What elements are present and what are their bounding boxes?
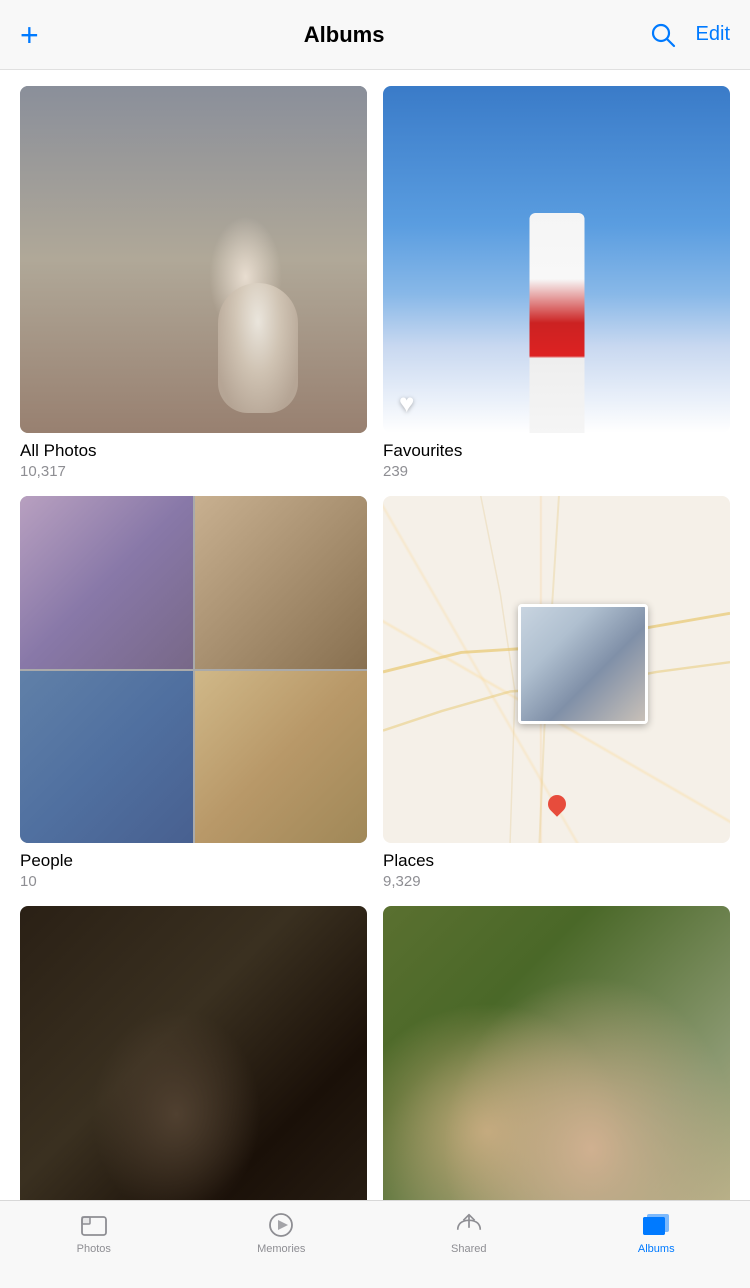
album-all-photos[interactable]: All Photos 10,317 bbox=[20, 86, 367, 480]
album-thumb-all-photos bbox=[20, 86, 367, 433]
tab-photos-label: Photos bbox=[77, 1243, 111, 1255]
search-icon[interactable] bbox=[650, 22, 676, 48]
tab-memories[interactable]: Memories bbox=[188, 1211, 376, 1255]
tab-shared-label: Shared bbox=[451, 1243, 486, 1255]
album-count-all-photos: 10,317 bbox=[20, 463, 367, 480]
album-thumb-dark bbox=[20, 906, 367, 1200]
people-cell-3 bbox=[20, 671, 193, 844]
map-photo bbox=[518, 604, 648, 724]
shared-icon bbox=[454, 1211, 484, 1239]
tab-albums-label: Albums bbox=[638, 1243, 675, 1255]
page-title: Albums bbox=[304, 22, 385, 48]
album-thumb-people bbox=[20, 496, 367, 843]
tab-memories-label: Memories bbox=[257, 1243, 305, 1255]
add-button[interactable]: + bbox=[20, 19, 39, 51]
album-count-places: 9,329 bbox=[383, 873, 730, 890]
albums-icon bbox=[641, 1211, 671, 1239]
heart-icon: ♥ bbox=[399, 388, 414, 419]
album-name-people: People bbox=[20, 851, 367, 871]
header-actions: Edit bbox=[650, 22, 730, 48]
tab-shared[interactable]: Shared bbox=[375, 1211, 563, 1255]
people-cell-2 bbox=[195, 496, 368, 669]
albums-grid-container: All Photos 10,317 ♥ Favourites 239 Peopl… bbox=[0, 70, 750, 1200]
album-favourites[interactable]: ♥ Favourites 239 bbox=[383, 86, 730, 480]
album-places[interactable]: Places 9,329 bbox=[383, 496, 730, 890]
app-header: + Albums Edit bbox=[0, 0, 750, 70]
memories-icon bbox=[266, 1211, 296, 1239]
album-people[interactable]: People 10 bbox=[20, 496, 367, 890]
album-thumb-group bbox=[383, 906, 730, 1200]
album-thumb-places bbox=[383, 496, 730, 843]
album-name-places: Places bbox=[383, 851, 730, 871]
tab-photos[interactable]: Photos bbox=[0, 1211, 188, 1255]
people-cell-1 bbox=[20, 496, 193, 669]
album-group[interactable] bbox=[383, 906, 730, 1200]
dog-figure bbox=[218, 283, 298, 413]
tab-bar: Photos Memories Shared bbox=[0, 1200, 750, 1288]
album-name-favourites: Favourites bbox=[383, 441, 730, 461]
album-name-all-photos: All Photos bbox=[20, 441, 367, 461]
people-cell-4 bbox=[195, 671, 368, 844]
edit-button[interactable]: Edit bbox=[696, 23, 730, 46]
photos-icon bbox=[79, 1211, 109, 1239]
tab-albums[interactable]: Albums bbox=[563, 1211, 750, 1255]
albums-grid: All Photos 10,317 ♥ Favourites 239 Peopl… bbox=[20, 86, 730, 1200]
album-count-people: 10 bbox=[20, 873, 367, 890]
album-thumb-favourites: ♥ bbox=[383, 86, 730, 433]
album-count-favourites: 239 bbox=[383, 463, 730, 480]
album-dark[interactable] bbox=[20, 906, 367, 1200]
